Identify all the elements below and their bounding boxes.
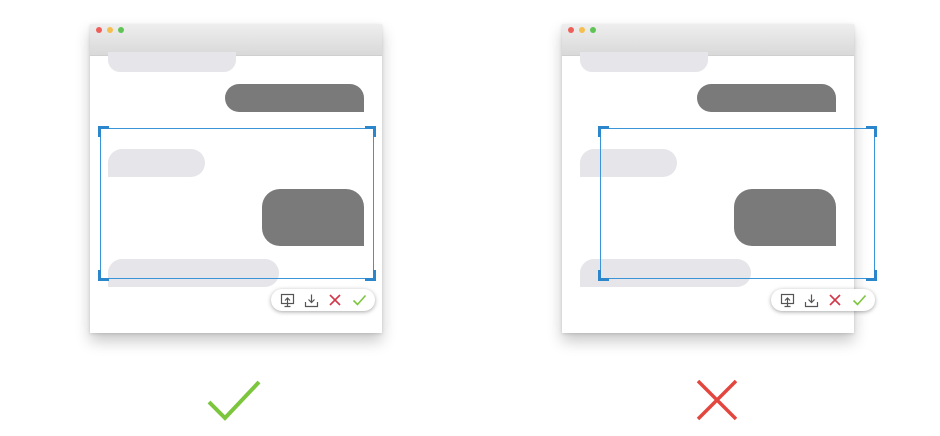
close-window-button[interactable] — [568, 27, 574, 33]
check-icon[interactable] — [850, 291, 868, 309]
screenshot-selection-frame[interactable] — [598, 126, 877, 281]
close-window-button[interactable] — [96, 27, 102, 33]
download-icon[interactable] — [802, 291, 820, 309]
incoming-message-bubble — [108, 52, 236, 72]
x-mark-icon — [694, 377, 740, 423]
download-icon[interactable] — [302, 291, 320, 309]
close-icon[interactable] — [326, 291, 344, 309]
resize-handle-bottom-right[interactable] — [866, 270, 877, 281]
outgoing-message-bubble — [225, 84, 364, 112]
incoming-message-bubble — [580, 52, 708, 72]
minimize-window-button[interactable] — [579, 27, 585, 33]
screenshot-selection-frame[interactable] — [98, 126, 376, 281]
zoom-window-button[interactable] — [590, 27, 596, 33]
zoom-window-button[interactable] — [118, 27, 124, 33]
pin-to-screen-icon[interactable] — [778, 291, 796, 309]
resize-handle-top-right[interactable] — [365, 126, 376, 137]
minimize-window-button[interactable] — [107, 27, 113, 33]
check-mark-icon — [206, 378, 262, 426]
outgoing-message-bubble — [697, 84, 836, 112]
resize-handle-bottom-right[interactable] — [365, 270, 376, 281]
resize-handle-top-right[interactable] — [866, 126, 877, 137]
resize-handle-top-left[interactable] — [598, 126, 609, 137]
capture-toolbar — [271, 289, 375, 311]
app-window-correct — [90, 24, 382, 333]
resize-handle-bottom-left[interactable] — [598, 270, 609, 281]
pin-to-screen-icon[interactable] — [278, 291, 296, 309]
capture-toolbar — [771, 289, 875, 311]
resize-handle-bottom-left[interactable] — [98, 270, 109, 281]
close-icon[interactable] — [826, 291, 844, 309]
resize-handle-top-left[interactable] — [98, 126, 109, 137]
check-icon[interactable] — [350, 291, 368, 309]
